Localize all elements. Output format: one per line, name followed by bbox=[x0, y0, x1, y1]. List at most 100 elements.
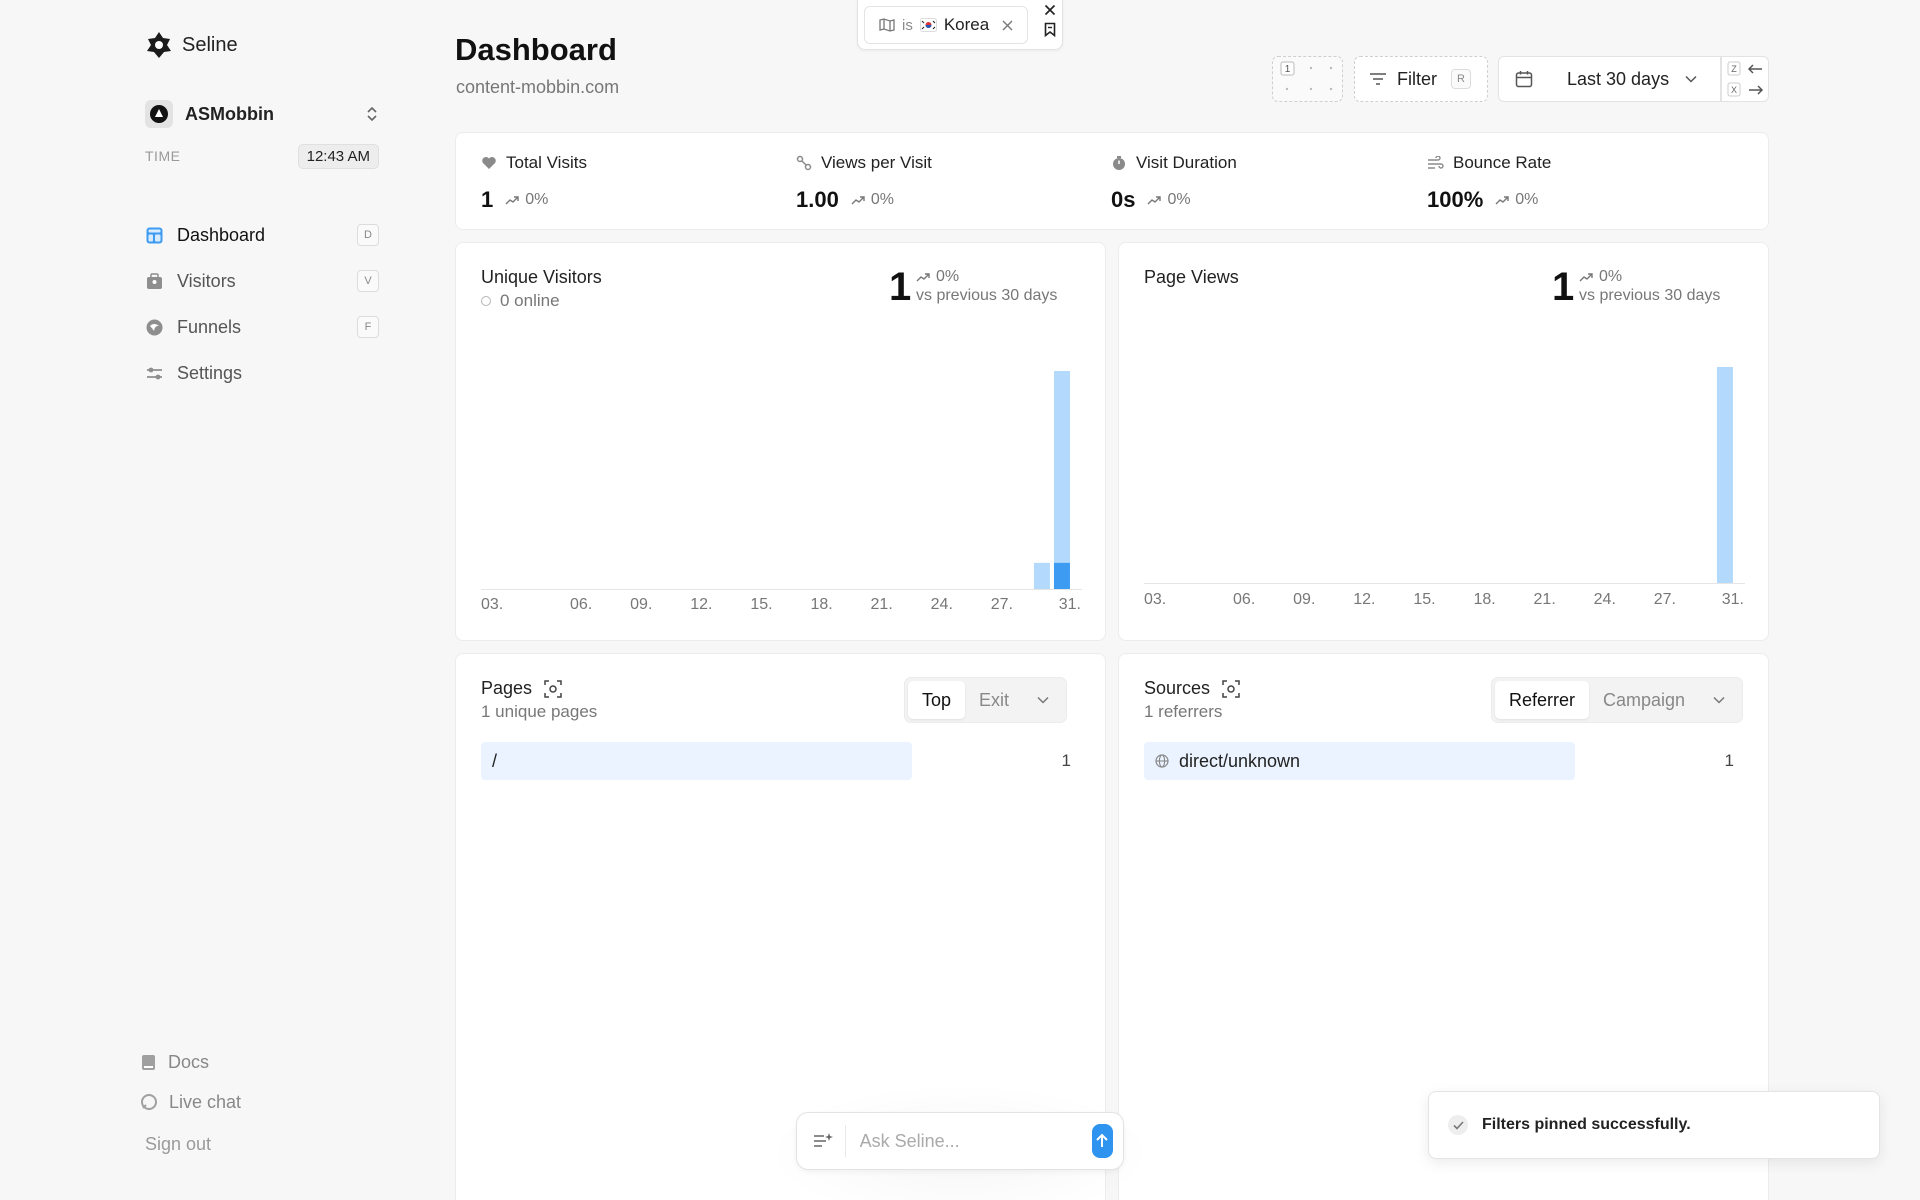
filter-operator: is bbox=[902, 16, 913, 34]
page-views-bar-chart: 03. 06. 09. 12. 15. 18. 21. 24. 27. 31. bbox=[1144, 367, 1745, 608]
sources-title: Sources bbox=[1144, 678, 1240, 699]
book-icon bbox=[141, 1054, 156, 1071]
live-chat-link[interactable]: Live chat bbox=[141, 1082, 241, 1122]
send-button[interactable] bbox=[1091, 1124, 1113, 1158]
list-item[interactable]: / bbox=[481, 742, 912, 780]
workspace-switcher[interactable]: ASMobbin bbox=[145, 99, 379, 129]
sign-out-link[interactable]: Sign out bbox=[145, 1134, 211, 1155]
sidebar-footer: Docs Live chat bbox=[141, 1042, 241, 1122]
workspace-avatar bbox=[145, 100, 173, 128]
filter-chip-country[interactable]: is Korea bbox=[864, 6, 1028, 44]
stat-total-visits[interactable]: Total Visits 1 0% bbox=[481, 153, 587, 213]
workspace-name: ASMobbin bbox=[185, 103, 274, 124]
sidebar-item-visitors[interactable]: Visitors V bbox=[145, 258, 379, 304]
chevron-down-icon bbox=[1685, 75, 1697, 83]
ask-seline-box bbox=[796, 1112, 1124, 1170]
sidebar: Seline ASMobbin TIME 12:43 AM Dashboard … bbox=[0, 0, 420, 1200]
trend-up-icon bbox=[505, 195, 519, 205]
sparkle-filter-icon[interactable] bbox=[813, 1132, 833, 1150]
filter-value: Korea bbox=[943, 15, 990, 34]
x-tick-label: 03. bbox=[1144, 591, 1166, 608]
unique-visitors-card: Unique Visitors 0 online 1 0% vs previou… bbox=[455, 242, 1106, 641]
views-icon bbox=[796, 155, 812, 171]
x-tick-label: 21. bbox=[871, 596, 893, 613]
bounce-icon bbox=[1427, 156, 1444, 170]
tab-top[interactable]: Top bbox=[908, 681, 966, 719]
settings-icon bbox=[145, 364, 163, 382]
stat-views-per-visit[interactable]: Views per Visit 1.00 0% bbox=[796, 153, 932, 213]
chevron-up-down-icon bbox=[365, 105, 379, 123]
stat-label: Total Visits bbox=[506, 153, 587, 172]
sidebar-item-dashboard[interactable]: Dashboard D bbox=[145, 212, 379, 258]
sidebar-nav: Dashboard D Visitors V Funnels F Setting… bbox=[145, 212, 379, 396]
shortcut-key: V bbox=[357, 270, 379, 292]
filter-button-label: Filter bbox=[1397, 68, 1437, 89]
dashboard-icon bbox=[145, 226, 163, 244]
trend-up-icon bbox=[1147, 195, 1162, 205]
stat-delta: 0% bbox=[1515, 191, 1539, 208]
tab-campaign[interactable]: Campaign bbox=[1589, 681, 1699, 719]
stats-card: Total Visits 1 0% Views per Visit 1.00 0… bbox=[455, 132, 1769, 230]
chart-bar[interactable] bbox=[1033, 562, 1050, 589]
tab-exit[interactable]: Exit bbox=[965, 681, 1023, 719]
date-picker-button[interactable] bbox=[1498, 56, 1550, 102]
visitors-icon bbox=[145, 272, 163, 290]
live-chat-label: Live chat bbox=[169, 1091, 242, 1112]
stat-label: Visit Duration bbox=[1136, 153, 1237, 172]
prev-key-label: Z bbox=[1731, 64, 1737, 74]
x-tick-label: 31. bbox=[1059, 596, 1081, 613]
tab-referrer[interactable]: Referrer bbox=[1495, 681, 1590, 719]
stat-value: 100% bbox=[1427, 187, 1484, 212]
focus-scan-icon[interactable] bbox=[544, 679, 562, 698]
page-views-card: Page Views 1 0% vs previous 30 days 03. 0… bbox=[1118, 242, 1769, 641]
x-tick-label: 24. bbox=[1594, 591, 1616, 608]
map-icon bbox=[879, 18, 895, 32]
list-title-label: Pages bbox=[481, 678, 533, 698]
filter-button[interactable]: Filter R bbox=[1354, 56, 1488, 102]
shortcut-key: D bbox=[357, 224, 379, 246]
bookmark-icon[interactable] bbox=[1044, 22, 1056, 37]
pages-subtitle: 1 unique pages bbox=[481, 702, 598, 721]
chat-icon bbox=[141, 1094, 157, 1110]
stat-delta: 0% bbox=[1167, 191, 1191, 208]
x-tick-label: 27. bbox=[991, 596, 1013, 613]
remove-filter-icon[interactable] bbox=[1002, 20, 1013, 31]
stat-bounce-rate[interactable]: Bounce Rate 100% 0% bbox=[1427, 153, 1551, 213]
x-tick-label: 31. bbox=[1722, 591, 1744, 608]
ask-input[interactable] bbox=[859, 1130, 1092, 1152]
check-icon bbox=[1448, 1115, 1468, 1135]
x-tick-label: 06. bbox=[1233, 591, 1255, 608]
layout-grid-button[interactable]: 1 bbox=[1272, 56, 1343, 102]
chevron-down-icon[interactable] bbox=[1699, 696, 1739, 704]
list-item[interactable]: direct/unknown bbox=[1144, 742, 1575, 780]
close-icon[interactable] bbox=[1044, 4, 1056, 16]
shortcut-key: F bbox=[357, 316, 379, 338]
x-tick-label: 15. bbox=[1413, 591, 1435, 608]
chevron-down-icon[interactable] bbox=[1023, 696, 1063, 704]
chart-bar[interactable] bbox=[1053, 562, 1070, 589]
calendar-icon bbox=[1515, 70, 1533, 88]
sidebar-item-label: Settings bbox=[177, 362, 243, 383]
sources-tabs: Referrer Campaign bbox=[1491, 677, 1744, 723]
focus-scan-icon[interactable] bbox=[1222, 679, 1240, 698]
x-tick-label: 03. bbox=[481, 596, 503, 613]
sidebar-item-funnels[interactable]: Funnels F bbox=[145, 304, 379, 350]
sidebar-item-settings[interactable]: Settings bbox=[145, 350, 379, 396]
date-range-select[interactable]: Last 30 days bbox=[1549, 56, 1721, 102]
pages-title: Pages bbox=[481, 678, 562, 699]
pinned-filter-bar: is Korea bbox=[857, 0, 1063, 50]
chart-bar[interactable] bbox=[1053, 371, 1070, 589]
brand[interactable]: Seline bbox=[144, 30, 238, 60]
stat-visit-duration[interactable]: Visit Duration 0s 0% bbox=[1111, 153, 1237, 213]
brand-name: Seline bbox=[182, 33, 238, 56]
x-tick-label: 09. bbox=[630, 596, 652, 613]
x-tick-label: 24. bbox=[931, 596, 953, 613]
time-label: TIME bbox=[145, 148, 181, 164]
stat-delta: 0% bbox=[525, 191, 549, 208]
docs-link[interactable]: Docs bbox=[141, 1042, 241, 1082]
time-value: 12:43 AM bbox=[297, 143, 379, 169]
arrow-left-icon bbox=[1747, 64, 1762, 74]
sidebar-item-label: Dashboard bbox=[177, 224, 266, 245]
chart-bar[interactable] bbox=[1716, 367, 1733, 583]
x-tick-label: 06. bbox=[570, 596, 592, 613]
